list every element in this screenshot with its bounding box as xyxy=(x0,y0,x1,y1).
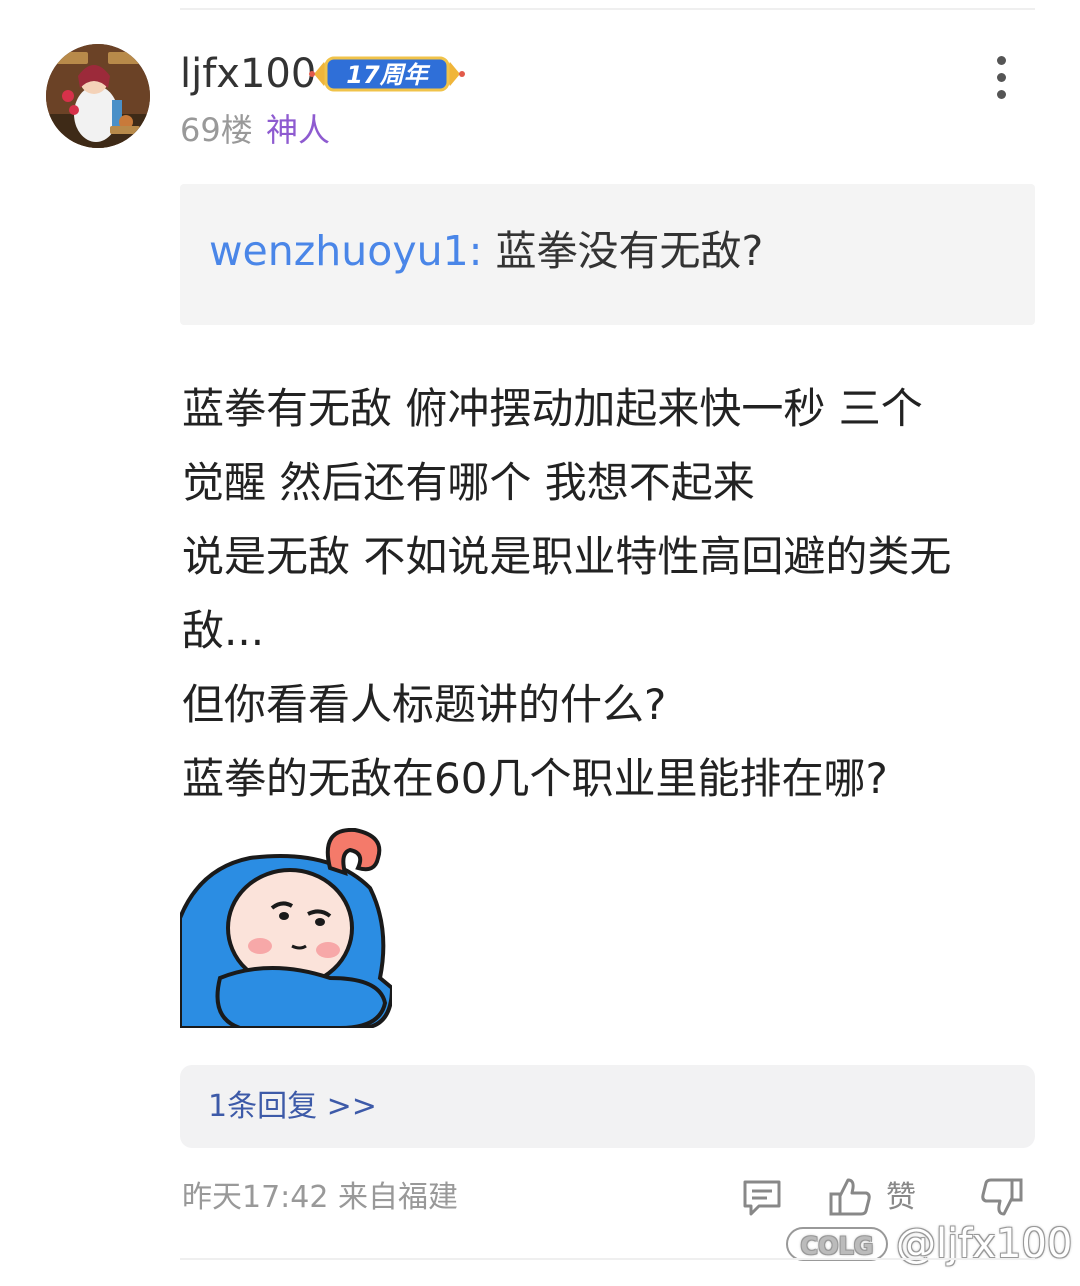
svg-text:17周年: 17周年 xyxy=(346,61,430,89)
body-line: 说是无敌 不如说是职业特性高回避的类无 xyxy=(182,532,952,581)
user-rank: 神人 xyxy=(266,111,331,149)
watermark-handle: @ljfx100 xyxy=(896,1221,1073,1267)
watermark: COLG @ljfx100 xyxy=(786,1218,1072,1270)
thumbs-up-icon[interactable] xyxy=(828,1176,872,1218)
quote-text: 蓝拳没有无敌? xyxy=(495,227,764,275)
avatar-image xyxy=(46,44,150,148)
anniversary-badge: 17周年 xyxy=(308,52,466,96)
body-line: 敌... xyxy=(182,606,265,655)
like-label[interactable]: 赞 xyxy=(886,1178,916,1218)
comment-icon[interactable] xyxy=(741,1178,783,1218)
svg-text:COLG: COLG xyxy=(800,1232,873,1260)
floor-number: 69楼 xyxy=(180,111,253,149)
top-divider xyxy=(180,8,1035,10)
thumbs-down-icon[interactable] xyxy=(980,1176,1024,1218)
post-timestamp-location: 昨天17:42 来自福建 xyxy=(182,1180,458,1215)
post-body: 蓝拳有无敌 俯冲摆动加起来快一秒 三个 觉醒 然后还有哪个 我想不起来 说是无敌… xyxy=(182,372,1032,816)
body-line: 蓝拳的无敌在60几个职业里能排在哪? xyxy=(182,754,888,803)
username[interactable]: ljfx100 xyxy=(180,52,316,96)
body-line: 觉醒 然后还有哪个 我想不起来 xyxy=(182,458,755,507)
quote-author[interactable]: wenzhuoyu1: xyxy=(209,227,482,275)
avatar[interactable] xyxy=(46,44,150,148)
bottom-divider xyxy=(180,1258,1035,1260)
quoted-reply[interactable]: wenzhuoyu1: 蓝拳没有无敌? xyxy=(180,184,1035,325)
view-replies-button[interactable]: 1条回复 >> xyxy=(180,1065,1035,1148)
body-line: 蓝拳有无敌 俯冲摆动加起来快一秒 三个 xyxy=(182,384,923,433)
sticker-image[interactable] xyxy=(178,827,395,1030)
more-options-icon[interactable] xyxy=(990,56,1012,102)
body-line: 但你看看人标题讲的什么? xyxy=(182,680,667,729)
